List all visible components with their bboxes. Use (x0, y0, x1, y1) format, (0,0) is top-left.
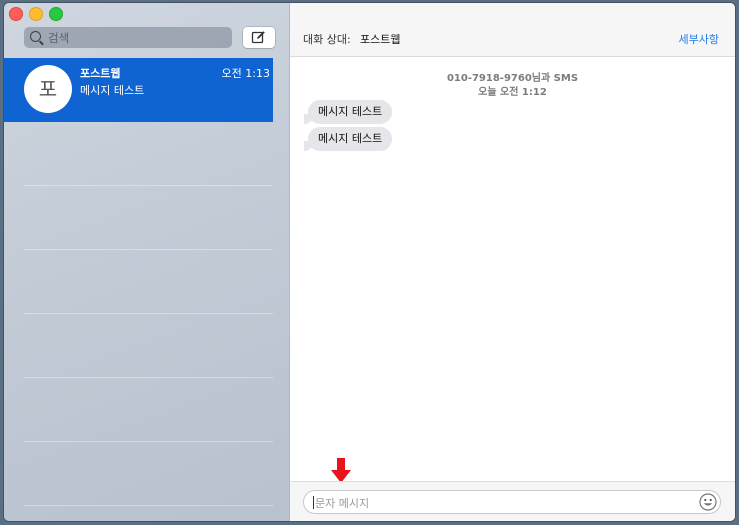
conversation-header: 대화 상대: 포스트웹 세부사항 (290, 3, 735, 57)
minimize-window-button[interactable] (29, 7, 43, 21)
thread-meta-timestamp: 오늘 오전 1:12 (478, 87, 547, 98)
message-input-placeholder: 문자 메시지 (315, 497, 370, 510)
recipient-label: 대화 상대: (303, 33, 351, 46)
conversation-name: 포스트웹 (80, 67, 121, 80)
list-divider (24, 249, 273, 250)
avatar: 포 (24, 65, 72, 113)
composer-bar: 문자 메시지 (290, 481, 735, 521)
messages-window: 검색 포 포스트웹 오전 1:13 메시지 테스트 대화 상대: 포스트웹 세부… (4, 3, 735, 521)
emoji-icon[interactable] (699, 493, 717, 511)
message-bubble[interactable]: 메시지 테스트 (303, 100, 393, 124)
conversation-item[interactable]: 포 포스트웹 오전 1:13 메시지 테스트 (4, 58, 273, 122)
details-button[interactable]: 세부사항 (679, 31, 719, 47)
list-divider (24, 313, 273, 314)
zoom-window-button[interactable] (49, 7, 63, 21)
list-divider (24, 441, 273, 442)
search-icon (30, 31, 41, 42)
message-input[interactable]: 문자 메시지 (303, 490, 721, 514)
recipient-name: 포스트웹 (360, 33, 401, 46)
list-divider (24, 505, 273, 506)
thread-meta-sender: 010-7918-9760님과 SMS (446, 73, 579, 84)
close-window-button[interactable] (9, 7, 23, 21)
list-divider (24, 377, 273, 378)
compose-icon (251, 31, 265, 44)
message-bubble[interactable]: 메시지 테스트 (303, 127, 393, 151)
compose-button[interactable] (243, 27, 275, 48)
sidebar: 검색 포 포스트웹 오전 1:13 메시지 테스트 (4, 3, 290, 521)
search-field[interactable]: 검색 (24, 27, 232, 48)
conversation-time: 오전 1:13 (221, 67, 270, 80)
conversation-preview: 메시지 테스트 (80, 84, 145, 97)
text-caret (313, 496, 314, 509)
list-divider (24, 185, 273, 186)
conversation-pane: 대화 상대: 포스트웹 세부사항 010-7918-9760님과 SMS 오늘 … (290, 3, 735, 521)
search-placeholder: 검색 (48, 31, 70, 45)
